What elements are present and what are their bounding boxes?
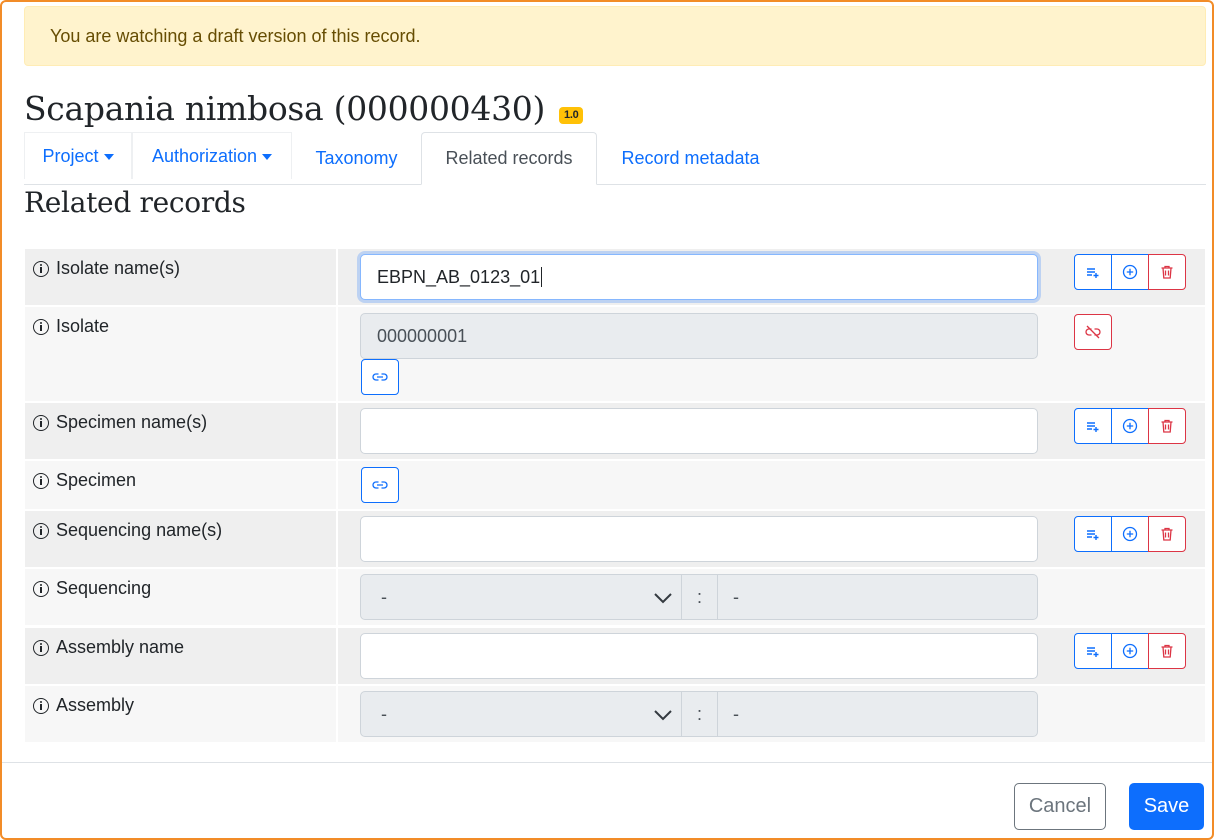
field-label: Assembly name <box>56 637 185 657</box>
add-button[interactable] <box>1111 408 1149 444</box>
row-assembly: Assembly - : - <box>25 686 1205 742</box>
delete-button[interactable] <box>1148 516 1186 552</box>
chevron-down-icon <box>654 710 672 721</box>
sequencing-major-select[interactable]: - <box>360 574 682 620</box>
isolate-names-value: EBPN_AB_0123_01 <box>377 266 541 287</box>
draft-alert: You are watching a draft version of this… <box>24 6 1206 66</box>
tab-project-label: Project <box>42 145 99 166</box>
playlist-add-icon <box>1087 530 1099 540</box>
tab-bar: Project Authorization Taxonomy Related r… <box>24 132 1206 185</box>
add-button[interactable] <box>1111 633 1149 669</box>
playlist-add-icon <box>1087 422 1099 432</box>
trash-icon <box>1161 265 1173 279</box>
sequencing-major-value: - <box>381 586 387 607</box>
version-separator: : <box>682 691 717 737</box>
isolate-names-input[interactable]: EBPN_AB_0123_01 <box>360 254 1038 300</box>
draft-alert-text: You are watching a draft version of this… <box>50 26 421 46</box>
row-isolate: Isolate 000000001 <box>25 307 1205 401</box>
field-label: Isolate <box>56 316 110 336</box>
trash-icon <box>1161 419 1173 433</box>
unlink-icon <box>1085 325 1101 339</box>
tab-taxonomy[interactable]: Taxonomy <box>292 132 421 185</box>
add-button[interactable] <box>1111 516 1149 552</box>
isolate-field: 000000001 <box>360 313 1038 359</box>
info-icon[interactable] <box>33 414 49 431</box>
page-title: Scapania nimbosa (000000430) 1.0 <box>24 86 584 130</box>
field-label: Assembly <box>56 695 135 715</box>
info-icon[interactable] <box>33 318 49 335</box>
delete-button[interactable] <box>1148 633 1186 669</box>
add-to-list-button[interactable] <box>1074 408 1112 444</box>
delete-button[interactable] <box>1148 254 1186 290</box>
plus-circle-icon <box>1122 418 1138 434</box>
tab-taxonomy-label: Taxonomy <box>315 148 398 168</box>
plus-circle-icon <box>1122 643 1138 659</box>
chevron-down-icon <box>654 593 672 604</box>
specimen-names-input[interactable] <box>360 408 1038 454</box>
field-label: Specimen name(s) <box>56 412 208 432</box>
save-button[interactable]: Save <box>1129 783 1204 830</box>
tab-authorization[interactable]: Authorization <box>132 132 292 179</box>
assembly-major-value: - <box>381 703 387 724</box>
field-label: Sequencing name(s) <box>56 520 223 540</box>
info-icon[interactable] <box>33 472 49 489</box>
field-label: Sequencing <box>56 578 152 598</box>
field-label: Isolate name(s) <box>56 258 181 278</box>
record-title: Scapania nimbosa (000000430) <box>24 88 546 128</box>
caret-down-icon <box>103 154 114 160</box>
info-icon[interactable] <box>33 522 49 539</box>
plus-circle-icon <box>1122 526 1138 542</box>
sequencing-minor-value: - <box>733 586 739 607</box>
tab-related-records-label: Related records <box>445 148 573 168</box>
record-editor-window: You are watching a draft version of this… <box>0 0 1214 840</box>
add-to-list-button[interactable] <box>1074 516 1112 552</box>
row-specimen-names: Specimen name(s) <box>25 403 1205 459</box>
delete-button[interactable] <box>1148 408 1186 444</box>
tab-authorization-label: Authorization <box>151 145 258 166</box>
section-title: Related records <box>24 186 246 219</box>
sequencing-names-input[interactable] <box>360 516 1038 562</box>
sequencing-minor-field: - <box>717 574 1038 620</box>
add-button[interactable] <box>1111 254 1149 290</box>
field-label: Specimen <box>56 470 137 490</box>
version-separator: : <box>682 574 717 620</box>
info-icon[interactable] <box>33 639 49 656</box>
assembly-minor-value: - <box>733 703 739 724</box>
trash-icon <box>1161 644 1173 658</box>
plus-circle-icon <box>1122 264 1138 280</box>
tab-record-metadata[interactable]: Record metadata <box>597 132 784 185</box>
playlist-add-icon <box>1087 647 1099 657</box>
link-icon <box>372 481 388 489</box>
footer-divider <box>2 762 1212 763</box>
assembly-minor-field: - <box>717 691 1038 737</box>
info-icon[interactable] <box>33 580 49 597</box>
playlist-add-icon <box>1087 268 1099 278</box>
version-badge: 1.0 <box>559 106 584 124</box>
info-icon[interactable] <box>33 697 49 714</box>
add-to-list-button[interactable] <box>1074 254 1112 290</box>
unlink-isolate-button[interactable] <box>1074 314 1112 350</box>
trash-icon <box>1161 527 1173 541</box>
text-cursor <box>541 267 543 287</box>
caret-down-icon <box>262 154 273 160</box>
row-isolate-names: Isolate name(s) EBPN_AB_0123_01 <box>25 249 1205 305</box>
isolate-value: 000000001 <box>377 325 468 346</box>
assembly-major-select[interactable]: - <box>360 691 682 737</box>
link-isolate-button[interactable] <box>361 359 399 395</box>
info-icon[interactable] <box>33 260 49 277</box>
row-assembly-name: Assembly name <box>25 628 1205 684</box>
tab-related-records[interactable]: Related records <box>421 132 597 185</box>
assembly-name-input[interactable] <box>360 633 1038 679</box>
tab-project[interactable]: Project <box>24 132 132 179</box>
row-sequencing-names: Sequencing name(s) <box>25 511 1205 567</box>
link-specimen-button[interactable] <box>361 467 399 503</box>
add-to-list-button[interactable] <box>1074 633 1112 669</box>
row-specimen: Specimen <box>25 461 1205 509</box>
row-sequencing: Sequencing - : - <box>25 569 1205 625</box>
tab-record-metadata-label: Record metadata <box>621 148 760 168</box>
cancel-button[interactable]: Cancel <box>1014 783 1106 830</box>
link-icon <box>372 373 388 381</box>
